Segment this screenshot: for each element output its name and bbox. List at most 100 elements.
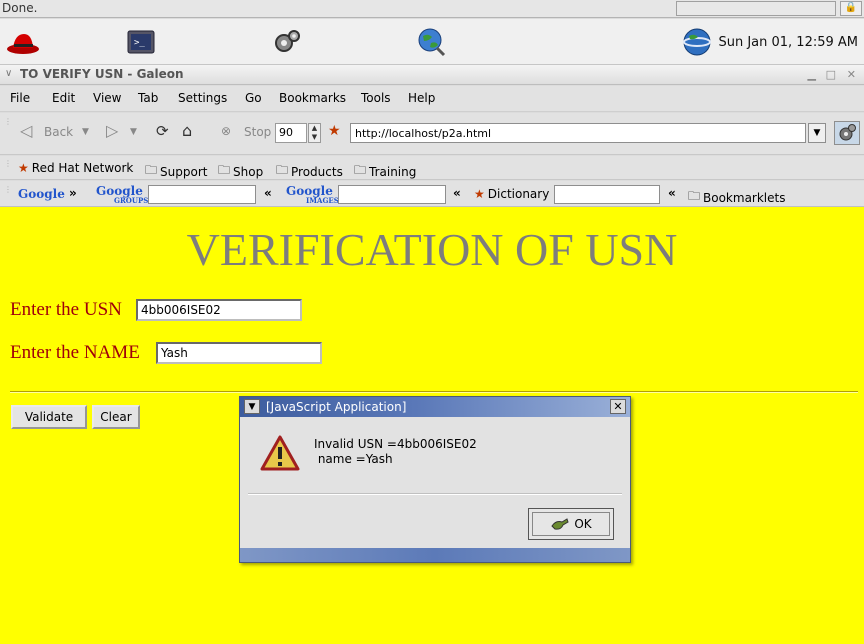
google-images-search-input[interactable] (338, 185, 446, 204)
menu-go[interactable]: Go (245, 91, 262, 105)
folder-icon: 🗀 (688, 189, 701, 203)
page-heading: VERIFICATION OF USN (186, 224, 678, 275)
google-groups-search-input[interactable] (148, 185, 256, 204)
menu-edit[interactable]: Edit (52, 91, 75, 105)
bookmark-red-hat-network[interactable]: ★ Red Hat Network (18, 161, 133, 175)
dialog-titlebar[interactable]: ▼ [JavaScript Application] ✕ (240, 397, 630, 417)
toolbar-grip[interactable]: ⋮ (4, 117, 12, 126)
dialog-close-icon[interactable]: ✕ (610, 399, 626, 414)
minimize-icon[interactable]: ▁ (808, 68, 816, 81)
back-arrow-icon[interactable]: ◁ (20, 121, 32, 140)
window-menu-chevron-icon[interactable]: ∨ (5, 68, 12, 79)
stop-icon[interactable]: ⊗ (221, 124, 231, 138)
bookmarklets-label: Bookmarklets (703, 190, 786, 205)
status-progress-box (676, 1, 836, 16)
bookmark-label: Training (369, 164, 417, 179)
maximize-icon[interactable]: □ (826, 68, 836, 81)
bookmarks-toolbar: ⋮ ★ Red Hat Network 🗀 Support 🗀 Shop 🗀 P… (0, 156, 864, 180)
google-arrow-icon[interactable]: » (69, 186, 77, 200)
toolbar-grip[interactable]: ⋮ (4, 159, 12, 168)
bookmark-folder-training[interactable]: 🗀 Training (354, 161, 416, 182)
go-button[interactable] (834, 121, 860, 145)
toolbar-grip[interactable]: ⋮ (4, 185, 12, 194)
back-button-label[interactable]: Back (44, 125, 73, 139)
zoom-spin-arrows[interactable]: ▲ ▼ (308, 123, 321, 143)
dialog-footer-bar (240, 548, 630, 562)
dialog-separator (248, 493, 622, 495)
name-label: Enter the NAME (10, 342, 140, 363)
menu-bookmarks[interactable]: Bookmarks (279, 91, 346, 105)
menu-tools[interactable]: Tools (361, 91, 391, 105)
window-titlebar[interactable]: ∨ TO VERIFY USN - Galeon ▁ □ ✕ (0, 65, 864, 85)
menu-help[interactable]: Help (408, 91, 435, 105)
back-dropdown-icon[interactable]: ▼ (82, 127, 89, 137)
dialog-title: [JavaScript Application] (266, 400, 407, 414)
network-globe-icon (683, 28, 712, 56)
folder-icon: 🗀 (145, 163, 158, 177)
menu-settings[interactable]: Settings (178, 91, 227, 105)
horizontal-rule (10, 391, 858, 393)
close-icon[interactable]: ✕ (847, 68, 856, 81)
menu-bar: File Edit View Tab Settings Go Bookmarks… (0, 86, 864, 112)
dictionary-search-input[interactable] (554, 185, 660, 204)
panel-clock-area[interactable]: Sun Jan 01, 12:59 AM (682, 25, 858, 59)
google-images-logo[interactable]: Google IMAGES (286, 184, 339, 205)
home-icon[interactable]: ⌂ (182, 121, 192, 140)
url-input[interactable] (350, 123, 806, 143)
clear-button[interactable]: Clear (92, 405, 140, 429)
status-bar: Done. 🔒 (0, 0, 864, 18)
google-toolbar: ⋮ Google » Google GROUPS « Google IMAGES «… (0, 181, 864, 207)
forward-dropdown-icon[interactable]: ▼ (130, 127, 137, 137)
bookmark-folder-shop[interactable]: 🗀 Shop (218, 161, 263, 182)
svg-text:>_: >_ (134, 38, 145, 48)
menu-tab[interactable]: Tab (138, 91, 158, 105)
name-input[interactable] (156, 342, 322, 364)
go-gear-icon (839, 124, 856, 141)
folder-icon: 🗀 (276, 163, 289, 177)
redhat-bookmark-icon: ★ (18, 161, 29, 175)
forward-arrow-icon[interactable]: ▷ (106, 121, 118, 140)
google-groups-arrow-icon[interactable]: « (264, 186, 272, 200)
dictionary-label: Dictionary (487, 187, 550, 201)
panel-clock: Sun Jan 01, 12:59 AM (718, 34, 858, 50)
status-text: Done. (2, 1, 38, 15)
dictionary-link[interactable]: ★ Dictionary (474, 187, 549, 201)
validate-button[interactable]: Validate (11, 405, 87, 429)
gears-icon[interactable] (268, 23, 306, 61)
bookmark-label: Red Hat Network (31, 161, 134, 175)
google-groups-logo[interactable]: Google GROUPS (96, 184, 148, 205)
zoom-spin-input[interactable]: 90 (275, 123, 307, 143)
site-favicon-icon: ★ (328, 123, 341, 139)
web-browser-icon[interactable] (412, 23, 450, 61)
dialog-menu-chevron-icon[interactable]: ▼ (244, 399, 260, 414)
bookmark-label: Shop (233, 164, 264, 179)
redhat-menu-icon[interactable] (4, 23, 42, 61)
gnome-panel: >_ Sun Jan 01, 12:59 AM (0, 19, 864, 65)
folder-icon: 🗀 (354, 163, 367, 177)
ok-button-focus-ring (532, 512, 610, 536)
warning-icon (260, 435, 300, 471)
menu-view[interactable]: View (93, 91, 121, 105)
bookmark-folder-products[interactable]: 🗀 Products (276, 161, 343, 182)
stop-button-label[interactable]: Stop (244, 125, 271, 139)
alert-dialog: ▼ [JavaScript Application] ✕ Invalid USN… (239, 396, 631, 563)
google-images-arrow-icon[interactable]: « (453, 186, 461, 200)
usn-input[interactable] (136, 299, 302, 321)
bookmark-folder-support[interactable]: 🗀 Support (145, 161, 207, 182)
dictionary-arrow-icon[interactable]: « (668, 186, 676, 200)
usn-label: Enter the USN (10, 299, 122, 320)
bookmark-label: Products (291, 164, 343, 179)
dictionary-icon: ★ (474, 187, 485, 201)
google-logo[interactable]: Google (18, 187, 65, 201)
bookmarklets-folder[interactable]: 🗀 Bookmarklets (688, 187, 785, 208)
security-lock-icon[interactable]: 🔒 (840, 1, 862, 16)
dialog-message: Invalid USN =4bb006ISE02 name =Yash (314, 437, 477, 466)
window-title: TO VERIFY USN - Galeon (20, 67, 184, 81)
menu-file[interactable]: File (10, 91, 30, 105)
url-history-dropdown[interactable]: ▼ (808, 123, 826, 143)
navigation-toolbar: ⋮ ◁ Back ▼ ▷ ▼ ⟳ ⌂ ⊗ Stop 90 ▲▼ ★ ▼ (0, 113, 864, 155)
reload-icon[interactable]: ⟳ (156, 122, 169, 140)
ok-button[interactable]: OK (528, 508, 614, 540)
terminal-icon[interactable]: >_ (122, 23, 160, 61)
folder-icon: 🗀 (218, 163, 231, 177)
